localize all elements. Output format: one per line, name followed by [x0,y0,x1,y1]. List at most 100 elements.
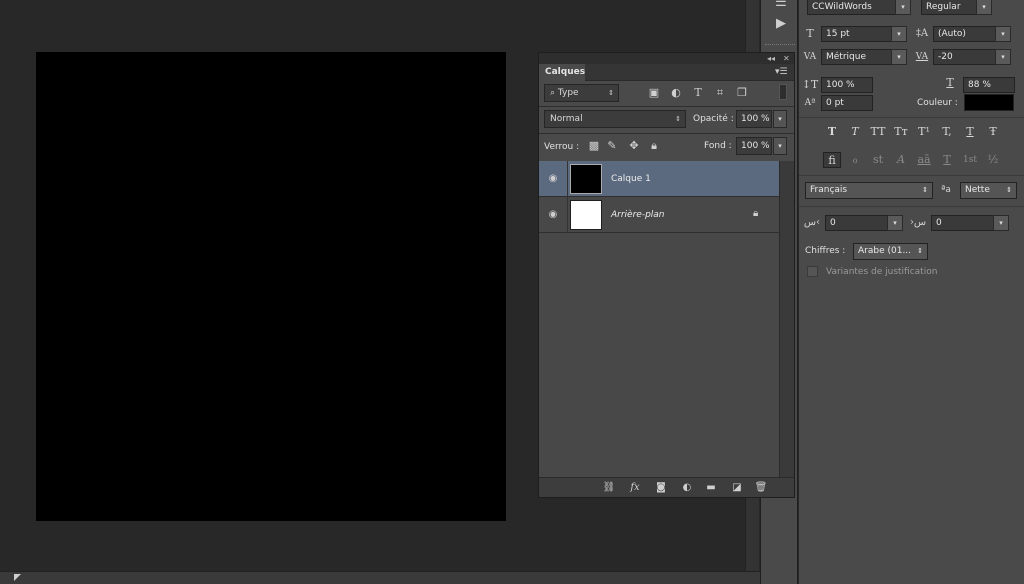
vertical-scale-icon: ↕T [801,78,819,91]
baseline-shift-icon: Aª [804,98,816,108]
blend-mode-value: Normal [550,114,583,124]
kerning-dropdown[interactable]: Métrique [821,49,895,65]
play-icon[interactable]: ▶ [770,15,792,33]
fractions-button[interactable]: ½ [984,152,1002,168]
ligatures-button[interactable]: fi [823,152,841,168]
close-icon[interactable]: ✕ [783,53,790,64]
tracking-dropdown-button[interactable]: ▾ [995,49,1011,65]
layer-row-calque-1[interactable]: ◉ Calque 1 [539,161,779,197]
font-size-dropdown-button[interactable]: ▾ [891,26,907,42]
justification-checkbox[interactable] [807,266,818,277]
baseline-shift-input[interactable]: 0 pt [821,95,873,111]
all-caps-button[interactable]: TT [869,124,887,140]
lock-all-icon[interactable]: 🔒︎ [647,139,661,153]
layer-filter-dropdown[interactable]: ⌕ Type ⇕ [544,84,619,102]
layers-list-scrollbar[interactable] [779,161,794,479]
small-caps-button[interactable]: Tт [892,124,910,140]
filter-toggle-switch[interactable] [779,84,787,100]
strikethrough-button[interactable]: Ŧ [984,124,1002,140]
tracking-icon: VA [915,52,929,62]
lock-position-icon[interactable]: ✥ [627,139,641,153]
language-dropdown[interactable]: Français ⇕ [805,182,933,199]
layer-name[interactable]: Arrière-plan [611,197,665,233]
discretionary-ligatures-button[interactable]: st [869,152,887,168]
panel-tab-row: Calques ▾☰ [539,64,794,81]
dock-grip[interactable] [765,44,795,47]
font-family-dropdown[interactable]: CCWildWords [807,0,903,15]
font-style-dropdown[interactable]: Regular [921,0,977,15]
trash-icon[interactable]: 🗑︎ [753,481,769,495]
lock-label: Verrou : [544,142,580,152]
faux-italic-button[interactable]: T [846,124,864,140]
underline-button[interactable]: T [961,124,979,140]
font-size-input[interactable]: 15 pt [821,26,895,42]
opacity-input[interactable]: 100 % [736,110,772,128]
color-label: Couleur : [917,98,958,108]
collapse-icon[interactable]: ◂◂ [767,53,775,64]
kerning-dropdown-button[interactable]: ▾ [891,49,907,65]
fill-dropdown-button[interactable]: ▾ [773,137,787,155]
font-family-dropdown-button[interactable]: ▾ [895,0,911,15]
mask-icon[interactable]: ◙ [653,481,669,495]
layers-list: ◉ Calque 1 ◉ Arrière-plan 🔒︎ [539,161,779,479]
stylistic-alternates-button[interactable]: aā [915,152,933,168]
divider [799,117,1024,118]
opacity-dropdown-button[interactable]: ▾ [773,110,787,128]
new-layer-icon[interactable]: ◪ [729,481,745,495]
workspace-horizontal-scrollbar[interactable] [0,571,760,584]
antialias-dropdown[interactable]: Nette ⇕ [960,182,1017,199]
updown-icon: ⇕ [922,186,928,194]
kashida-right-icon: ›س [909,217,927,228]
shape-filter-icon[interactable]: ⌗ [713,86,727,100]
fx-icon[interactable]: fx [627,481,643,495]
layer-name[interactable]: Calque 1 [611,161,651,197]
divider [539,106,794,107]
swash-button[interactable]: A [892,152,910,168]
menu-icon[interactable]: ☰ [770,0,792,12]
superscript-button[interactable]: T¹ [915,124,933,140]
font-size-icon: T [806,27,814,40]
digits-dropdown[interactable]: Arabe (01... ⇕ [853,243,928,260]
layer-row-arriere-plan[interactable]: ◉ Arrière-plan 🔒︎ [539,197,779,233]
resize-handle-icon[interactable] [14,574,21,581]
divider [799,206,1024,207]
justification-label: Variantes de justification [826,267,938,277]
adjustment-icon[interactable]: ◐ [679,481,695,495]
document-canvas[interactable] [36,52,506,521]
tab-layers[interactable]: Calques [539,64,585,81]
vertical-scale-input[interactable]: 100 % [821,77,873,93]
faux-bold-button[interactable]: T [823,124,841,140]
right-spacing-dropdown-button[interactable]: ▾ [993,215,1009,231]
subscript-button[interactable]: T, [938,124,956,140]
lock-pixels-icon[interactable]: ✎ [605,139,619,153]
font-style-dropdown-button[interactable]: ▾ [976,0,992,15]
contextual-alternates-button[interactable]: ℴ [846,152,864,168]
search-icon: ⌕ [550,88,558,98]
antialias-icon: ªa [941,185,951,195]
panel-menu-icon[interactable]: ▾☰ [775,67,788,77]
smart-object-filter-icon[interactable]: ❐ [735,86,749,100]
panel-titlebar[interactable]: ◂◂ ✕ [539,53,794,64]
fill-input[interactable]: 100 % [736,137,772,155]
visibility-eye-icon[interactable]: ◉ [547,209,559,221]
text-color-swatch[interactable] [964,94,1014,111]
visibility-eye-icon[interactable]: ◉ [547,173,559,185]
digits-value: Arabe (01... [858,246,912,256]
image-filter-icon[interactable]: ▣ [647,86,661,100]
tracking-input[interactable]: -20 [933,49,999,65]
leading-dropdown-button[interactable]: ▾ [995,26,1011,42]
adjustment-filter-icon[interactable]: ◐ [669,86,683,100]
layers-panel-footer: ⛓ fx ◙ ◐ ▬ ◪ 🗑︎ [539,477,794,497]
horizontal-scale-input[interactable]: 88 % [963,77,1015,93]
blend-mode-dropdown[interactable]: Normal ⇕ [544,110,686,128]
type-filter-icon[interactable]: T [691,86,705,100]
divider [539,133,794,134]
ordinals-button[interactable]: 1st [961,152,979,168]
left-spacing-dropdown-button[interactable]: ▾ [887,215,903,231]
folder-icon[interactable]: ▬ [703,481,719,495]
titling-alternates-button[interactable]: T [938,152,956,168]
layers-panel: ◂◂ ✕ Calques ▾☰ ⌕ Type ⇕ ▣ ◐ T ⌗ ❐ Norma… [538,52,795,498]
leading-input[interactable]: (Auto) [933,26,999,42]
lock-transparency-icon[interactable]: ▩ [587,139,601,153]
link-icon[interactable]: ⛓ [601,481,617,495]
